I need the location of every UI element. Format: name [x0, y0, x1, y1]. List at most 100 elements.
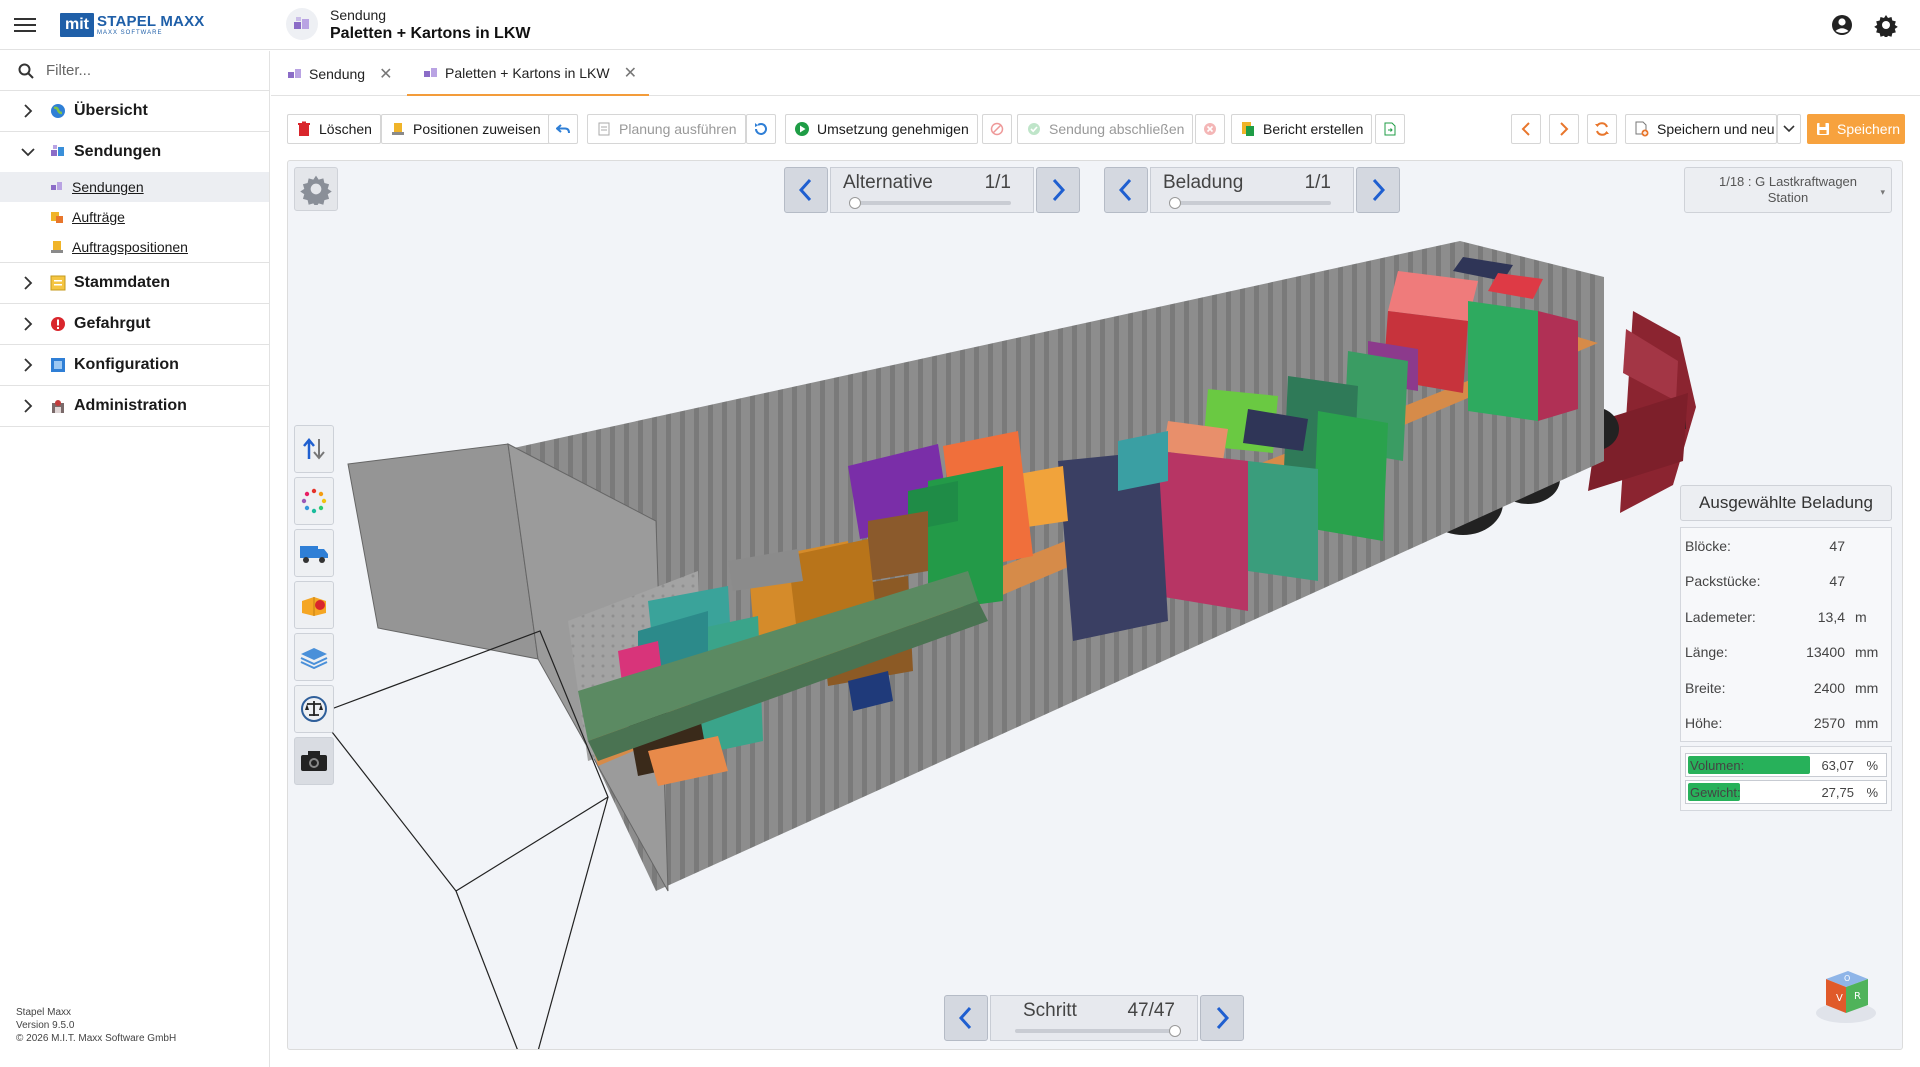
step-next-button[interactable]	[1200, 995, 1244, 1041]
alternative-label: Alternative	[843, 172, 933, 193]
stat-unit: mm	[1855, 715, 1879, 732]
block-icon	[989, 121, 1005, 137]
vehicle-select[interactable]: 1/18 : G Lastkraftwagen Station ▾	[1684, 167, 1892, 213]
selected-loading-title[interactable]: Ausgewählte Beladung	[1680, 485, 1892, 521]
chevron-left-icon	[958, 1006, 972, 1030]
chevron-right-icon	[1556, 121, 1572, 137]
sidebar-item-label: Stammdaten	[74, 274, 171, 291]
cancel-close-button[interactable]	[1195, 114, 1225, 144]
loading-label: Beladung	[1163, 172, 1244, 193]
trash-icon	[296, 121, 312, 137]
weight-value: 27,75	[1821, 785, 1854, 800]
settings-icon[interactable]	[1874, 13, 1898, 39]
color-mode-button[interactable]	[294, 477, 334, 525]
truck-view-button[interactable]	[294, 529, 334, 577]
page-title: Sendung Paletten + Kartons in LKW	[330, 6, 530, 44]
volume-bar: Volumen: 63,07 %	[1685, 753, 1887, 777]
nav-group-sendungen: Sendungen Sendungen Aufträge Auftragspos…	[0, 132, 269, 263]
create-report-button[interactable]: Bericht erstellen	[1231, 114, 1373, 144]
search-icon	[18, 63, 34, 79]
loading-slider-knob[interactable]	[1169, 197, 1181, 209]
alternative-prev-button[interactable]	[784, 167, 828, 213]
truck-loading-scene[interactable]	[288, 161, 1903, 1050]
hazard-icon	[50, 316, 66, 332]
assign-positions-button[interactable]: Positionen zuweisen	[381, 114, 550, 144]
sort-arrows-button[interactable]	[294, 425, 334, 473]
step-stepper: Schritt 47/47	[944, 995, 1244, 1041]
tab-paletten-kartons[interactable]: Paletten + Kartons in LKW ✕	[407, 52, 649, 96]
stat-value: 13,4	[1817, 608, 1845, 625]
undo-button[interactable]	[548, 114, 578, 144]
weight-balance-button[interactable]	[294, 685, 334, 733]
refresh-icon	[1594, 121, 1610, 137]
save-button[interactable]: Speichern	[1807, 114, 1905, 144]
sidebar-subitem-auftragspositionen[interactable]: Auftragspositionen	[0, 232, 269, 262]
sidebar-item-sendungen[interactable]: Sendungen	[0, 132, 269, 172]
sidebar-subitem-sendungen[interactable]: Sendungen	[0, 172, 269, 202]
admin-icon	[50, 398, 66, 414]
sidebar-item-stammdaten[interactable]: Stammdaten	[0, 263, 269, 303]
filter-input[interactable]	[46, 62, 246, 79]
step-slider[interactable]	[1015, 1025, 1181, 1037]
previous-button[interactable]	[1511, 114, 1541, 144]
cancel-approval-button[interactable]	[982, 114, 1012, 144]
close-shipment-button[interactable]: Sendung abschließen	[1017, 114, 1194, 144]
loading-slider[interactable]	[1169, 197, 1331, 209]
sidebar-subitem-label: Auftragspositionen	[72, 239, 188, 255]
shipment-icon	[287, 66, 303, 82]
save-options-dropdown[interactable]	[1777, 114, 1801, 144]
refresh-button[interactable]	[1587, 114, 1617, 144]
close-icon[interactable]: ✕	[624, 63, 637, 83]
shipment-icon	[50, 144, 66, 160]
side-tools	[294, 425, 334, 789]
top-bar: mit STAPEL MAXX MAXX SOFTWARE Sendung Pa…	[0, 0, 1920, 50]
alternative-next-button[interactable]	[1036, 167, 1080, 213]
account-icon[interactable]	[1830, 13, 1854, 37]
color-dots-icon	[301, 488, 327, 514]
sidebar: Übersicht Sendungen Sendungen Aufträge A…	[0, 51, 270, 1067]
delete-button[interactable]: Löschen	[287, 114, 381, 144]
loading-3d-viewport[interactable]: Alternative 1/1 Beladung 1/1 1/18 : G La…	[287, 160, 1903, 1050]
gear-icon	[300, 175, 332, 205]
utilization-bars: Volumen: 63,07 % Gewicht: 27,75 %	[1680, 746, 1892, 811]
screenshot-button[interactable]	[294, 737, 334, 785]
step-label: Schritt	[1023, 1000, 1077, 1021]
reset-button[interactable]	[746, 114, 776, 144]
box-view-button[interactable]	[294, 581, 334, 629]
stat-label: Höhe:	[1685, 715, 1723, 732]
close-shipment-label: Sendung abschließen	[1049, 121, 1185, 137]
nav-group-gefahrgut: Gefahrgut	[0, 304, 269, 345]
sidebar-item-konfiguration[interactable]: Konfiguration	[0, 345, 269, 385]
sidebar-subitem-auftraege[interactable]: Aufträge	[0, 202, 269, 232]
approve-button[interactable]: Umsetzung genehmigen	[785, 114, 978, 144]
loading-next-button[interactable]	[1356, 167, 1400, 213]
run-planning-button[interactable]: Planung ausführen	[587, 114, 746, 144]
volume-value: 63,07	[1821, 758, 1854, 773]
undo-icon	[555, 121, 571, 137]
alternative-slider[interactable]	[849, 197, 1011, 209]
save-and-new-button[interactable]: Speichern und neu	[1625, 114, 1777, 144]
viewer-settings-button[interactable]	[294, 167, 338, 211]
pallet-layers-button[interactable]	[294, 633, 334, 681]
close-icon[interactable]: ✕	[379, 64, 392, 84]
chevron-right-icon	[20, 398, 36, 414]
order-positions-icon	[390, 121, 406, 137]
view-cube-icon[interactable]: V R O	[1814, 961, 1878, 1025]
nav-group-uebersicht: Übersicht	[0, 91, 269, 132]
app-footer: Stapel Maxx Version 9.5.0 © 2026 M.I.T. …	[16, 1006, 176, 1045]
sidebar-item-uebersicht[interactable]: Übersicht	[0, 91, 269, 131]
tab-sendung[interactable]: Sendung ✕	[271, 52, 404, 96]
footer-version: Version 9.5.0	[16, 1020, 75, 1031]
app-logo[interactable]: mit STAPEL MAXX MAXX SOFTWARE	[60, 12, 205, 38]
hamburger-icon[interactable]	[14, 14, 36, 34]
next-button[interactable]	[1549, 114, 1579, 144]
alternative-slider-knob[interactable]	[849, 197, 861, 209]
loading-prev-button[interactable]	[1104, 167, 1148, 213]
step-prev-button[interactable]	[944, 995, 988, 1041]
sidebar-item-administration[interactable]: Administration	[0, 386, 269, 426]
export-button[interactable]	[1375, 114, 1405, 144]
step-slider-knob[interactable]	[1169, 1025, 1181, 1037]
chevron-right-icon	[20, 275, 36, 291]
trailer-open-door	[347, 443, 539, 660]
sidebar-item-gefahrgut[interactable]: Gefahrgut	[0, 304, 269, 344]
